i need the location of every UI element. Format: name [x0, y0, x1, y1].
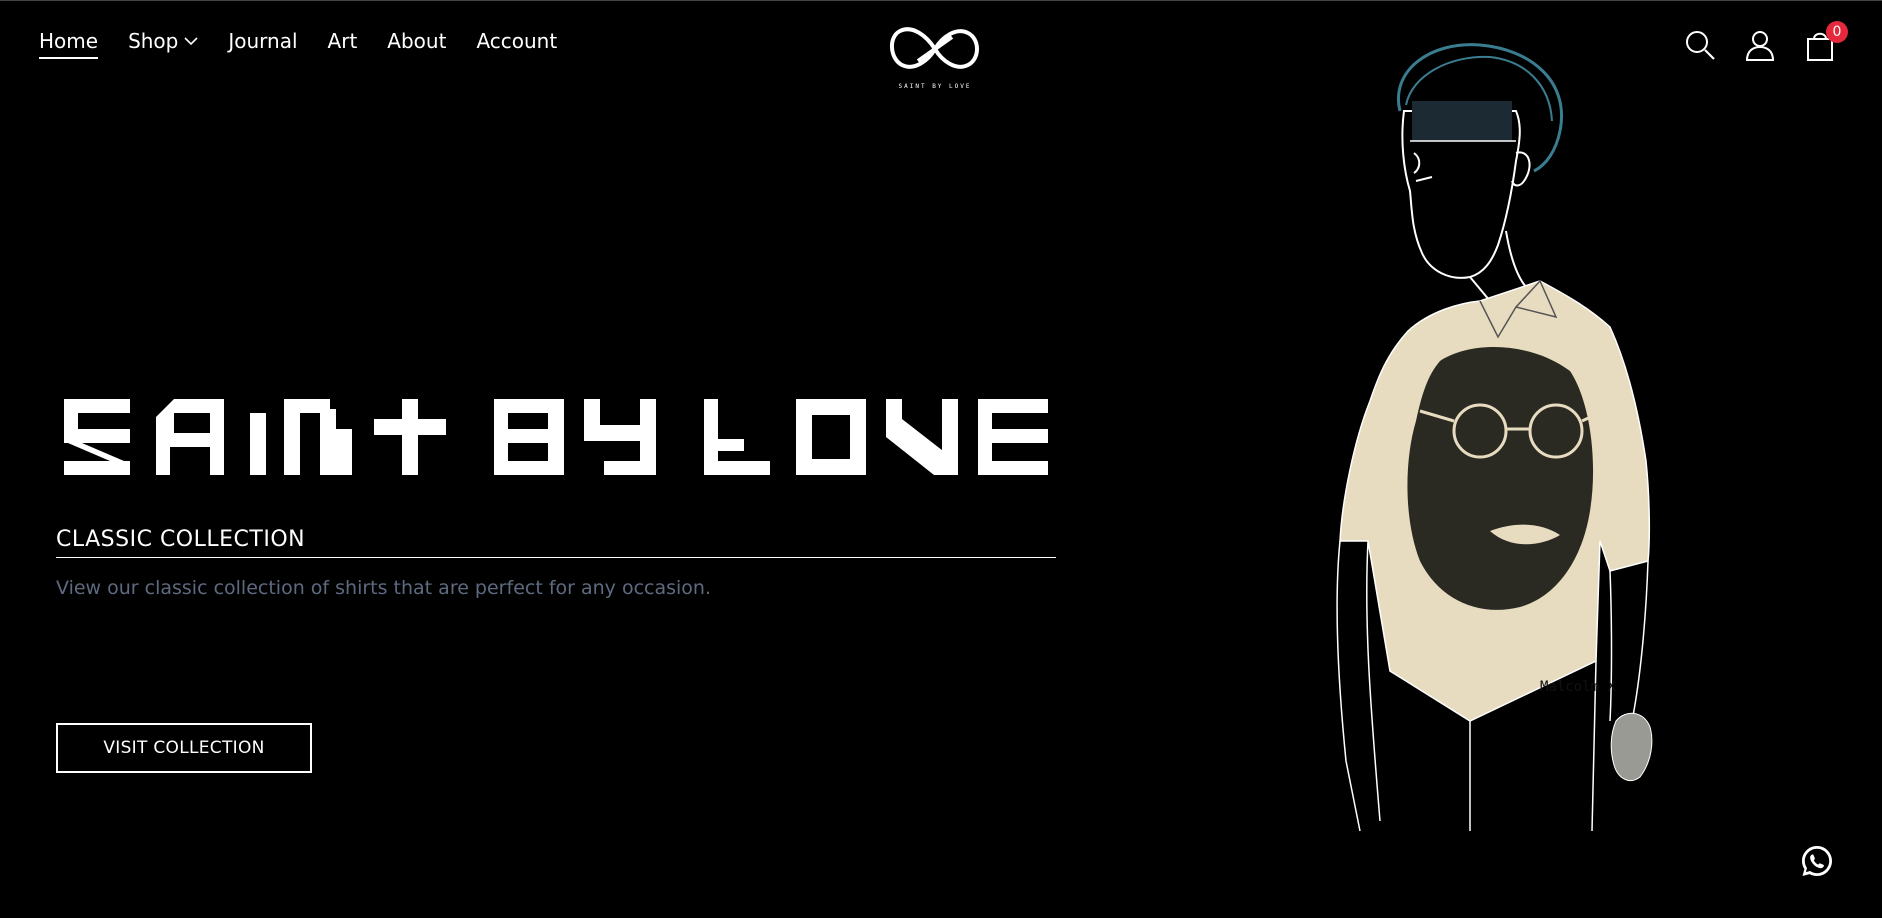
- shirt-print-text: Malcolm X: [1540, 679, 1616, 695]
- cart-button[interactable]: 0: [1804, 21, 1848, 61]
- cart-count-badge: 0: [1826, 21, 1848, 43]
- main-nav: Home Shop Journal Art About Account: [39, 29, 557, 59]
- collection-heading: CLASSIC COLLECTION: [56, 527, 306, 552]
- nav-item-label: Account: [476, 29, 558, 53]
- whatsapp-icon: [1802, 846, 1832, 876]
- letter-o: [796, 399, 866, 475]
- letter-a: [156, 399, 224, 475]
- nav-item-home[interactable]: Home: [39, 29, 99, 59]
- letter-b: [494, 399, 564, 475]
- visit-collection-label: VISIT COLLECTION: [103, 738, 265, 758]
- brand-logo[interactable]: SAINT BY LOVE: [888, 21, 982, 101]
- nav-item-label: Shop: [128, 29, 179, 53]
- account-button[interactable]: [1744, 29, 1776, 61]
- hero-illustration: Malcolm X: [1320, 41, 1720, 841]
- nav-item-art[interactable]: Art: [328, 29, 358, 59]
- hero-title-lettering: [64, 399, 1048, 475]
- user-icon: [1745, 31, 1775, 61]
- letter-s: [64, 399, 130, 475]
- letter-v: [886, 399, 958, 475]
- illustration-figure: Malcolm X: [1336, 43, 1653, 832]
- visit-collection-button[interactable]: VISIT COLLECTION: [56, 723, 312, 773]
- nav-item-label: About: [387, 29, 447, 53]
- letter-y: [584, 399, 656, 475]
- nav-item-about[interactable]: About: [387, 29, 446, 59]
- page: Home Shop Journal Art About Account SAIN…: [0, 0, 1882, 918]
- nav-item-account[interactable]: Account: [476, 29, 557, 59]
- nav-item-journal[interactable]: Journal: [228, 29, 297, 59]
- chevron-down-icon: [184, 36, 198, 46]
- letter-l: [704, 399, 770, 475]
- divider: [56, 557, 1056, 558]
- letter-e: [978, 399, 1048, 475]
- nav-item-label: Journal: [228, 29, 298, 53]
- letter-i: [250, 413, 266, 475]
- logo-text: SAINT BY LOVE: [898, 83, 972, 90]
- nav-item-label: Home: [39, 29, 99, 53]
- whatsapp-button[interactable]: [1800, 844, 1834, 878]
- letter-n: [284, 399, 352, 475]
- letter-t: [374, 399, 446, 475]
- nav-item-shop[interactable]: Shop: [128, 29, 198, 59]
- nav-item-label: Art: [327, 29, 358, 53]
- hero-title: [64, 399, 1048, 475]
- collection-description: View our classic collection of shirts th…: [56, 577, 711, 599]
- infinity-icon: [890, 27, 979, 69]
